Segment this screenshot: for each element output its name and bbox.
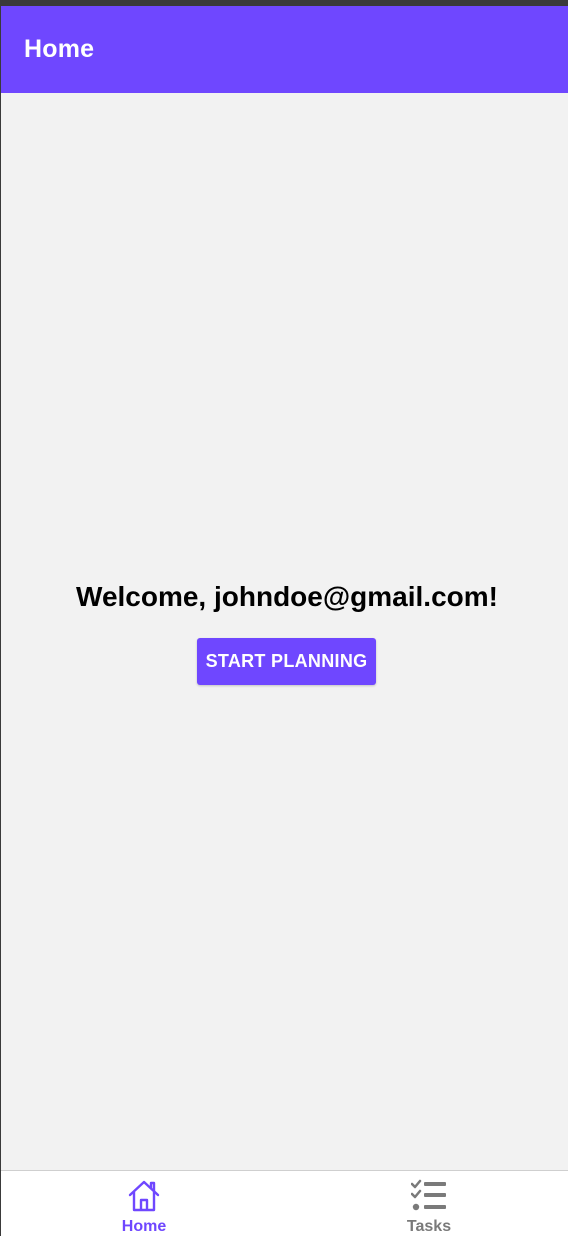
welcome-message: Welcome, johndoe@gmail.com! [76,581,498,612]
page-title: Home [24,35,95,63]
home-icon [128,1180,160,1212]
app-frame: Home Welcome, johndoe@gmail.com! START P… [0,0,568,1236]
nav-item-home[interactable]: Home [74,1171,214,1236]
tasks-list-icon [411,1179,446,1211]
nav-label-home: Home [121,1218,167,1235]
main-content: Welcome, johndoe@gmail.com! START PLANNI… [1,93,568,1170]
bottom-navigation: Home Tasks [1,1170,568,1236]
start-planning-button[interactable]: START PLANNING [197,638,376,685]
nav-item-tasks[interactable]: Tasks [359,1171,499,1236]
nav-label-tasks: Tasks [406,1218,452,1235]
app-bar: Home [1,6,568,93]
